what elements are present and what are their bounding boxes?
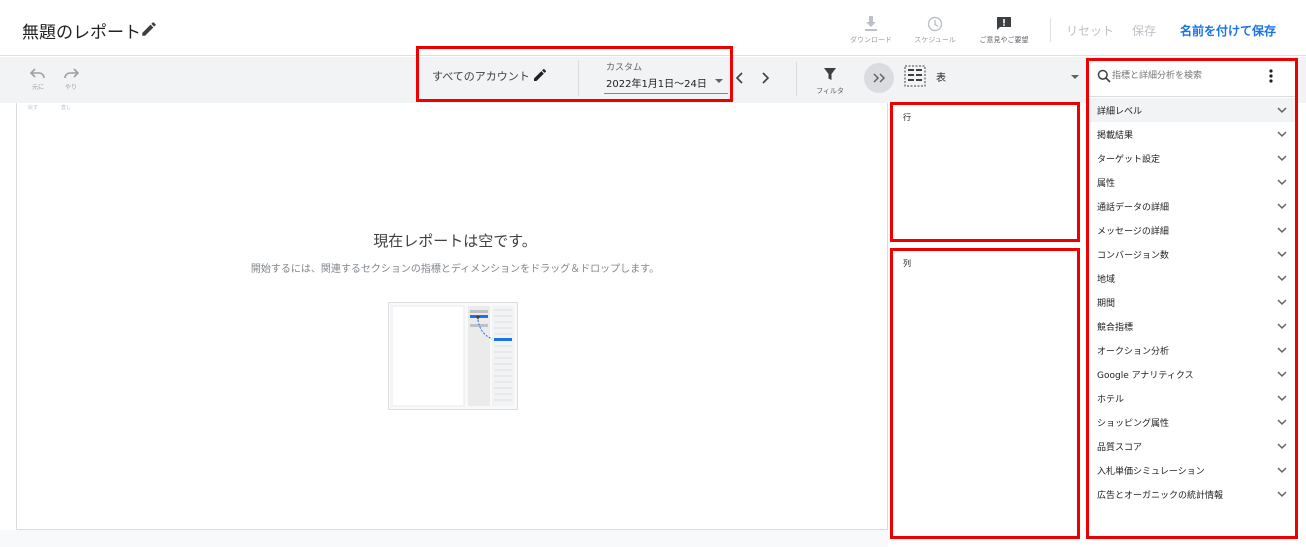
category-label: 品質スコア (1097, 443, 1143, 453)
redo-icon (64, 68, 80, 79)
chevron-down-icon (1277, 131, 1287, 138)
category-label: 掲載結果 (1097, 131, 1134, 141)
undo-sub-label: 戻す (28, 105, 39, 111)
header-divider (1050, 18, 1051, 42)
chevron-down-icon (1277, 467, 1287, 474)
category-label: ショッピング属性 (1097, 419, 1170, 429)
sidebar-category[interactable]: 品質スコア (1089, 434, 1295, 458)
redo-sub-label: 直し (61, 105, 72, 111)
chevron-down-icon (1277, 323, 1287, 330)
sidebar-category[interactable]: 通話データの詳細 (1089, 194, 1295, 218)
chevron-down-icon (1277, 299, 1287, 306)
chevron-down-icon (1277, 107, 1287, 114)
chevron-down-icon (1277, 275, 1287, 282)
download-label: ダウンロード (850, 36, 892, 44)
save-as-button[interactable]: 名前を付けて保存 (1180, 22, 1276, 39)
chevron-down-icon (1277, 251, 1287, 258)
sidebar-category[interactable]: 競合指標 (1089, 314, 1295, 338)
category-label: 入札単価シミュレーション (1097, 467, 1205, 477)
rows-drop-zone[interactable]: 行 (890, 102, 1080, 242)
toolbar-divider (796, 62, 797, 96)
sidebar-category[interactable]: オークション分析 (1089, 338, 1295, 362)
more-vert-icon[interactable] (1268, 68, 1274, 84)
annotation-highlight-box (416, 46, 733, 102)
category-label: 属性 (1097, 179, 1116, 189)
chevron-down-icon (1277, 179, 1287, 186)
table-icon[interactable] (904, 65, 926, 87)
collapse-panel-button[interactable] (864, 63, 894, 93)
chevron-down-icon (1277, 419, 1287, 426)
download-button[interactable]: ダウンロード (843, 16, 899, 45)
filter-button[interactable]: フィルタ (810, 66, 850, 96)
category-label: ホテル (1097, 395, 1125, 405)
sidebar-divider (1089, 96, 1295, 97)
category-label: オークション分析 (1097, 347, 1170, 357)
filter-label: フィルタ (816, 87, 844, 95)
category-label: メッセージの詳細 (1097, 227, 1169, 237)
sidebar-category[interactable]: 地域 (1089, 266, 1295, 290)
sidebar-category[interactable]: 掲載結果 (1089, 122, 1295, 146)
category-label: 通話データの詳細 (1097, 203, 1170, 213)
category-label: 地域 (1097, 275, 1116, 285)
schedule-button[interactable]: スケジュール (907, 16, 963, 45)
category-label: 競合指標 (1097, 323, 1134, 333)
undo-icon (29, 68, 45, 79)
sidebar-category[interactable]: ショッピング属性 (1089, 410, 1295, 434)
category-label: 広告とオーガニックの統計情報 (1097, 491, 1224, 501)
columns-label: 列 (903, 259, 911, 268)
chevron-down-icon (1277, 443, 1287, 450)
sidebar-category[interactable]: 期間 (1089, 290, 1295, 314)
feedback-button[interactable]: ご意見やご要望 (976, 16, 1032, 45)
visualization-type-select[interactable]: 表 (936, 69, 946, 84)
redo-label: やり (64, 84, 77, 91)
drag-drop-illustration (388, 302, 518, 410)
sidebar-category[interactable]: ターゲット設定 (1089, 146, 1295, 170)
sidebar-category[interactable]: 詳細レベル (1089, 98, 1295, 122)
feedback-label: ご意見やご要望 (979, 36, 1029, 44)
chevron-down-icon (1277, 395, 1287, 402)
sidebar-category[interactable]: 入札単価シミュレーション (1089, 458, 1295, 482)
undo-label: 元に (31, 84, 44, 91)
chevron-right-icon[interactable] (758, 70, 772, 86)
columns-drop-zone[interactable]: 列 (890, 248, 1080, 539)
reset-button[interactable]: リセット (1066, 22, 1114, 39)
category-label: 詳細レベル (1097, 107, 1143, 117)
sidebar-category[interactable]: コンバージョン数 (1089, 242, 1295, 266)
empty-state-description: 開始するには、関連するセクションの指標とディメンションをドラッグ＆ドロップします… (250, 264, 660, 275)
save-button[interactable]: 保存 (1132, 22, 1156, 39)
category-label: コンバージョン数 (1097, 251, 1169, 261)
clock-icon (927, 16, 943, 32)
chevron-down-icon (1277, 491, 1287, 498)
category-label: 期間 (1097, 299, 1116, 309)
chevron-down-icon (1277, 203, 1287, 210)
chevron-down-icon (1277, 371, 1287, 378)
sidebar-category[interactable]: 属性 (1089, 170, 1295, 194)
download-icon (865, 16, 877, 31)
empty-state-title: 現在レポートは空です。 (373, 232, 537, 250)
sidebar-category[interactable]: 広告とオーガニックの統計情報 (1089, 482, 1295, 506)
sidebar-category[interactable]: メッセージの詳細 (1089, 218, 1295, 242)
sidebar-category[interactable]: Google アナリティクス (1089, 362, 1295, 386)
feedback-icon (997, 17, 1011, 30)
chevron-down-icon (1277, 227, 1287, 234)
undo-button[interactable]: 元に (25, 65, 51, 92)
schedule-label: スケジュール (914, 36, 956, 44)
dropdown-arrow-icon[interactable] (1070, 72, 1080, 82)
canvas-bottom-strip (0, 530, 888, 547)
search-icon (1097, 69, 1111, 83)
sidebar-category[interactable]: ホテル (1089, 386, 1295, 410)
redo-button[interactable]: やり (58, 65, 84, 92)
report-title[interactable]: 無題のレポート (22, 18, 141, 43)
category-label: Google アナリティクス (1097, 371, 1194, 381)
chevron-down-icon (1277, 155, 1287, 162)
chevron-left-icon[interactable] (733, 70, 747, 86)
category-label: ターゲット設定 (1097, 155, 1161, 165)
double-chevron-right-icon (873, 73, 886, 83)
chevron-down-icon (1277, 347, 1287, 354)
rows-label: 行 (903, 113, 911, 122)
search-input[interactable] (1112, 68, 1252, 84)
pencil-icon[interactable] (140, 20, 158, 38)
filter-icon (824, 68, 836, 80)
